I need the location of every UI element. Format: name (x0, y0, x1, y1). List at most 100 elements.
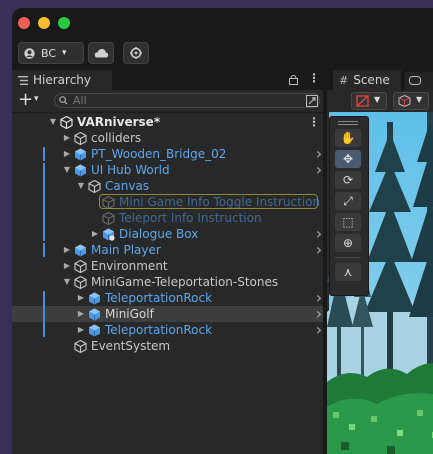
scene-kebab-icon[interactable]: ⋮ (308, 114, 320, 130)
chevron-down-icon[interactable]: ▾ (34, 94, 39, 104)
gameobject-outline-dim-icon (102, 211, 115, 226)
draw-mode-icon (356, 95, 369, 107)
minimize-window-button[interactable] (38, 17, 50, 29)
hierarchy-row-label: EventSystem (91, 339, 171, 353)
move-tool-button[interactable]: ✥ (335, 150, 361, 168)
hierarchy-row-label: TeleportationRock (105, 323, 213, 337)
chevron-down-icon: ▼ (416, 95, 423, 104)
chevron-down-icon: ▼ (374, 95, 381, 104)
draw-mode-dropdown[interactable]: ▼ (351, 92, 387, 110)
hierarchy-row-label: PT_Wooden_Bridge_02 (91, 147, 227, 161)
lock-icon[interactable] (289, 74, 298, 85)
scene-viewport[interactable]: ✋ ✥ ⟳ ⤢ ⬚ ⊕ ⋏ (327, 112, 433, 454)
scene-tabbar: # Scene (327, 70, 433, 90)
expand-right-icon[interactable]: ▶ (76, 290, 86, 306)
prefab-override-bar (43, 163, 45, 241)
add-object-button[interactable]: + (18, 89, 33, 110)
prefab-icon (88, 324, 101, 337)
prefab-icon (74, 244, 87, 257)
hierarchy-row[interactable]: ▶ MiniGolf › (12, 306, 323, 322)
hierarchy-search-input[interactable]: All (54, 93, 320, 108)
hierarchy-row-label: TeleportationRock (105, 291, 213, 305)
custom-tool-icon: ⋏ (343, 265, 353, 279)
hierarchy-row[interactable]: EventSystem (12, 338, 323, 354)
expand-down-icon[interactable]: ▼ (76, 178, 86, 194)
account-dropdown[interactable]: BC ▾ (18, 42, 84, 64)
hierarchy-panel: Hierarchy ⋮ + ▾ All ▼ VARniverse* ▶ collide… (12, 70, 323, 454)
hierarchy-row[interactable]: ▶ Environment (12, 258, 323, 274)
gameobject-outline-icon (74, 259, 87, 274)
hash-grid-icon: # (339, 73, 349, 87)
drag-handle-icon[interactable] (338, 121, 358, 125)
hierarchy-row[interactable]: ▶ Dialogue Box › (12, 226, 323, 242)
rect-tool-icon: ⬚ (342, 215, 354, 229)
hierarchy-row[interactable]: ▶ colliders (12, 130, 323, 146)
expand-right-icon[interactable]: ▶ (62, 258, 72, 274)
chevron-right-icon[interactable]: › (313, 242, 325, 258)
prefab-icon (88, 292, 101, 305)
scene-tab-label: Scene (353, 73, 390, 87)
hierarchy-row[interactable]: ▼ VARniverse* (12, 114, 323, 130)
prefab-override-bar (43, 147, 45, 161)
expand-down-icon[interactable]: ▼ (62, 274, 72, 290)
settings-button[interactable] (123, 42, 149, 64)
hierarchy-row[interactable]: ▶ PT_Wooden_Bridge_02 › (12, 146, 323, 162)
chevron-right-icon[interactable]: › (313, 322, 325, 338)
hierarchy-row-label: Main Player (91, 243, 161, 257)
selection-highlight-outline (99, 194, 318, 209)
hierarchy-row-label: Teleport Info Instruction (119, 211, 262, 225)
rect-tool-button[interactable]: ⬚ (335, 213, 361, 231)
search-placeholder: All (73, 94, 87, 107)
scale-tool-icon: ⤢ (343, 193, 353, 208)
scale-tool-button[interactable]: ⤢ (335, 192, 361, 210)
kebab-menu-icon[interactable]: ⋮ (308, 71, 320, 85)
hierarchy-row-label: colliders (91, 131, 142, 145)
hierarchy-tab-label: Hierarchy (33, 73, 92, 87)
hierarchy-row[interactable]: ▼ Canvas (12, 178, 323, 194)
expand-right-icon[interactable]: ▶ (62, 242, 72, 258)
expand-down-icon[interactable]: ▼ (62, 162, 72, 178)
hierarchy-row[interactable]: Teleport Info Instruction (12, 210, 323, 226)
hand-tool-button[interactable]: ✋ (335, 129, 361, 147)
gameobject-outline-icon (74, 131, 87, 146)
transform-tool-button[interactable]: ⊕ (335, 234, 361, 252)
hierarchy-row-label: Environment (91, 259, 168, 273)
cloud-button[interactable] (88, 42, 114, 64)
rotate-tool-icon: ⟳ (342, 173, 354, 187)
hierarchy-list-icon (18, 75, 28, 85)
tab-game[interactable] (405, 72, 433, 90)
expand-right-icon[interactable]: ▶ (76, 306, 86, 322)
custom-tool-button[interactable]: ⋏ (335, 263, 361, 281)
cloud-icon (94, 48, 108, 58)
tab-hierarchy[interactable]: Hierarchy (12, 70, 112, 90)
expand-right-icon[interactable]: ▶ (62, 146, 72, 162)
hierarchy-row-label: Dialogue Box (119, 227, 199, 241)
scene-visibility-icon[interactable] (306, 95, 318, 107)
rotate-tool-button[interactable]: ⟳ (335, 171, 361, 189)
hierarchy-row[interactable]: ▶ TeleportationRock › (12, 290, 323, 306)
expand-down-icon[interactable]: ▼ (48, 114, 58, 130)
hierarchy-row-label: Canvas (105, 179, 150, 193)
hierarchy-row[interactable]: Mini Game Info Toggle Instruction (12, 194, 323, 210)
expand-right-icon[interactable]: ▶ (90, 226, 100, 242)
prefab-variant-icon (102, 228, 115, 241)
chevron-down-icon: ▾ (62, 48, 67, 58)
tab-scene[interactable]: # Scene (333, 70, 401, 90)
hierarchy-row[interactable]: ▼ MiniGame-Teleportation-Stones (12, 274, 323, 290)
expand-right-icon[interactable]: ▶ (62, 130, 72, 146)
prefab-icon (74, 148, 87, 161)
zoom-window-button[interactable] (58, 17, 70, 29)
chevron-right-icon[interactable]: › (313, 162, 325, 178)
hierarchy-row[interactable]: ▶ Main Player › (12, 242, 323, 258)
scene-view-mode-dropdown[interactable]: ▼ (393, 92, 429, 110)
hierarchy-row-label: MiniGame-Teleportation-Stones (91, 275, 279, 289)
close-window-button[interactable] (18, 17, 30, 29)
cube-view-icon (398, 95, 411, 107)
hierarchy-row[interactable]: ▼ UI Hub World › (12, 162, 323, 178)
scene-tools-panel: ✋ ✥ ⟳ ⤢ ⬚ ⊕ ⋏ (329, 116, 369, 296)
gameobject-outline-icon (74, 339, 87, 354)
prefab-icon (74, 164, 87, 177)
hierarchy-row[interactable]: ▶ TeleportationRock › (12, 322, 323, 338)
expand-right-icon[interactable]: ▶ (76, 322, 86, 338)
unity-scene-icon (60, 115, 73, 130)
